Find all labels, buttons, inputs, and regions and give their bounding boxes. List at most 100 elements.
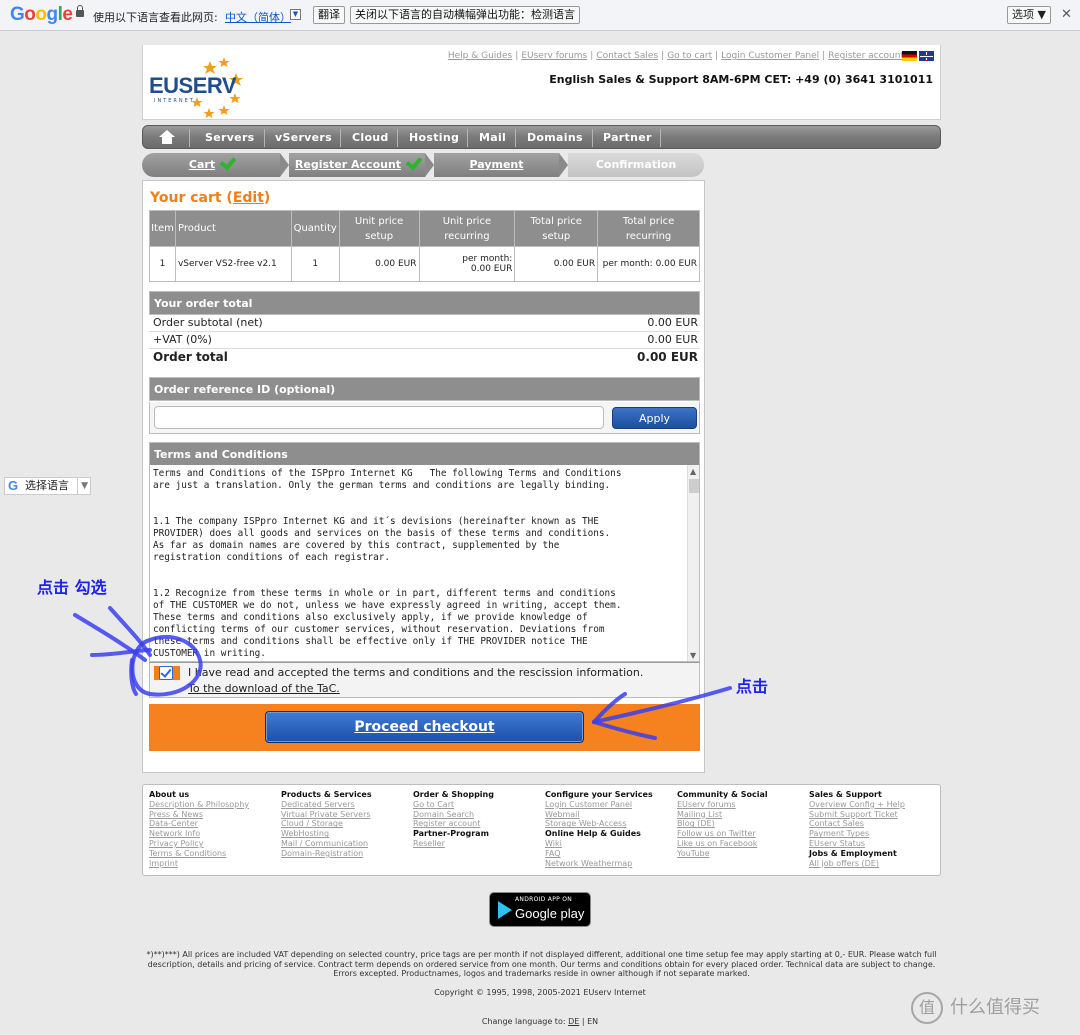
disable-banner-button[interactable]: 关闭以下语言的自动横幅弹出功能：检测语言 (350, 6, 580, 24)
vat-row: +VAT (0%) 0.00 EUR (149, 332, 700, 349)
footer-link[interactable]: Login Customer Panel (545, 800, 675, 810)
nav-cloud[interactable]: Cloud (352, 131, 389, 144)
home-icon[interactable] (159, 130, 175, 144)
google-play-badge[interactable]: ANDROID APP ON Google play (489, 892, 591, 927)
footer-link[interactable]: Contact Sales (809, 819, 939, 829)
terms-scrollbar[interactable]: ▲ ▼ (687, 465, 699, 661)
footer-link[interactable]: Network Weathermap (545, 859, 675, 869)
lock-icon (76, 5, 84, 19)
footer-link[interactable]: Mailing List (677, 810, 807, 820)
nav-hosting[interactable]: Hosting (409, 131, 459, 144)
forums-link[interactable]: EUserv forums (521, 51, 587, 61)
footer-link[interactable]: Register account (413, 819, 543, 829)
step-payment[interactable]: Payment (434, 153, 559, 177)
footer-link[interactable]: Webmail (545, 810, 675, 820)
footer-link[interactable]: Press & News (149, 810, 279, 820)
accept-terms-label: I have read and accepted the terms and c… (188, 666, 644, 679)
table-row: 1 vServer VS2-free v2.1 1 0.00 EUR per m… (149, 246, 700, 282)
translate-prompt: 使用以下语言查看此网页: (93, 11, 218, 24)
language-dropdown-icon[interactable]: ▼ (290, 9, 301, 20)
go-to-cart-link[interactable]: Go to cart (667, 51, 712, 61)
footer-sales: Sales & Support Overview Config + Help S… (809, 790, 939, 868)
google-language-select[interactable]: G 选择语言 ▼ (4, 477, 91, 495)
play-icon (498, 901, 512, 919)
main-nav: Servers vServers Cloud Hosting Mail Doma… (142, 125, 941, 149)
translate-language-link[interactable]: 中文（简体） (225, 9, 291, 25)
dropdown-arrow-icon: ▼ (77, 478, 88, 494)
cart-panel: Your cart (Edit) Item Product Quantity U… (142, 180, 705, 773)
footer-link[interactable]: Go to Cart (413, 800, 543, 810)
footer-products: Products & Services Dedicated Servers Vi… (281, 790, 411, 859)
cart-table: Item Product Quantity Unit price setup U… (149, 210, 700, 282)
reference-input[interactable] (154, 406, 604, 429)
german-flag-icon[interactable] (902, 51, 917, 61)
nav-domains[interactable]: Domains (527, 131, 583, 144)
step-cart[interactable]: Cart (142, 153, 280, 177)
uk-flag-icon[interactable] (919, 51, 934, 61)
translate-button[interactable]: 翻译 (313, 6, 345, 24)
footer-link[interactable]: Mail / Communication (281, 839, 411, 849)
edit-cart-link[interactable]: Edit (233, 190, 264, 206)
nav-servers[interactable]: Servers (205, 131, 255, 144)
footer-link[interactable]: YouTube (677, 849, 807, 859)
footer-link[interactable]: Blog (DE) (677, 819, 807, 829)
apply-button[interactable]: Apply (612, 407, 697, 429)
contact-sales-link[interactable]: Contact Sales (596, 51, 658, 61)
footer-link[interactable]: Imprint (149, 859, 279, 869)
google-logo: Google (10, 4, 73, 25)
footer-link[interactable]: All job offers (DE) (809, 859, 939, 869)
footer-link[interactable]: Domain Search (413, 810, 543, 820)
footer-link[interactable]: Domain-Registration (281, 849, 411, 859)
footer-link[interactable]: Storage Web-Access (545, 819, 675, 829)
options-button[interactable]: 选项 ▼ (1007, 6, 1051, 24)
footer-link[interactable]: Overview Config + Help (809, 800, 939, 810)
footer-link[interactable]: FAQ (545, 849, 675, 859)
price-disclaimer: *)**)***) All prices are included VAT de… (146, 950, 937, 979)
nav-mail[interactable]: Mail (479, 131, 506, 144)
google-g-icon: G (8, 478, 19, 493)
col-quantity: Quantity (290, 210, 340, 247)
help-guides-link[interactable]: Help & Guides (448, 51, 512, 61)
footer-link[interactable]: Follow us on Twitter (677, 829, 807, 839)
proceed-checkout-button[interactable]: Proceed checkout (265, 711, 584, 743)
footer-link[interactable]: Payment Types (809, 829, 939, 839)
lang-de-link[interactable]: DE (568, 1017, 579, 1026)
terms-text: Terms and Conditions of the ISPpro Inter… (153, 468, 622, 659)
footer-link[interactable]: Terms & Conditions (149, 849, 279, 859)
footer-link[interactable]: Like us on Facebook (677, 839, 807, 849)
nav-vservers[interactable]: vServers (275, 131, 332, 144)
accept-terms-area: I have read and accepted the terms and c… (149, 662, 700, 698)
footer-link[interactable]: Data-Center (149, 819, 279, 829)
footer-link[interactable]: Reseller (413, 839, 543, 849)
terms-textarea[interactable]: Terms and Conditions of the ISPpro Inter… (149, 465, 700, 662)
col-product: Product (174, 210, 292, 247)
footer-link[interactable]: Network Info (149, 829, 279, 839)
footer-link[interactable]: Cloud / Storage (281, 819, 411, 829)
register-link[interactable]: Register account (828, 51, 904, 61)
close-icon[interactable]: ✕ (1061, 7, 1072, 22)
support-hours: English Sales & Support 8AM-6PM CET: +49… (549, 73, 933, 86)
accept-terms-checkbox[interactable] (159, 666, 173, 680)
euserv-logo[interactable]: EUSERV INTERNET (148, 53, 248, 118)
footer-link[interactable]: WebHosting (281, 829, 411, 839)
footer-link[interactable]: Wiki (545, 839, 675, 849)
step-register[interactable]: Register Account (289, 153, 425, 177)
scroll-down-icon: ▼ (690, 651, 697, 660)
footer-link[interactable]: Dedicated Servers (281, 800, 411, 810)
header: EUSERV INTERNET Help & Guides | EUserv for… (142, 45, 941, 120)
footer: About us Description & Philosophy Press … (142, 784, 941, 876)
lang-en-current: EN (587, 1017, 599, 1026)
download-tac-link[interactable]: To the download of the TaC. (188, 682, 340, 695)
scroll-thumb (689, 479, 699, 493)
translate-bar: Google 使用以下语言查看此网页: 中文（简体） ▼ 翻译 关闭以下语言的自… (0, 0, 1080, 31)
footer-link[interactable]: EUserv forums (677, 800, 807, 810)
footer-link[interactable]: Description & Philosophy (149, 800, 279, 810)
login-link[interactable]: Login Customer Panel (721, 51, 819, 61)
nav-partner[interactable]: Partner (603, 131, 652, 144)
footer-link[interactable]: Virtual Private Servers (281, 810, 411, 820)
footer-link[interactable]: EUserv Status (809, 839, 939, 849)
top-links: Help & Guides | EUserv forums | Contact Sale… (447, 51, 904, 61)
footer-link[interactable]: Privacy Policy (149, 839, 279, 849)
language-flags (900, 51, 934, 64)
footer-link[interactable]: Submit Support Ticket (809, 810, 939, 820)
